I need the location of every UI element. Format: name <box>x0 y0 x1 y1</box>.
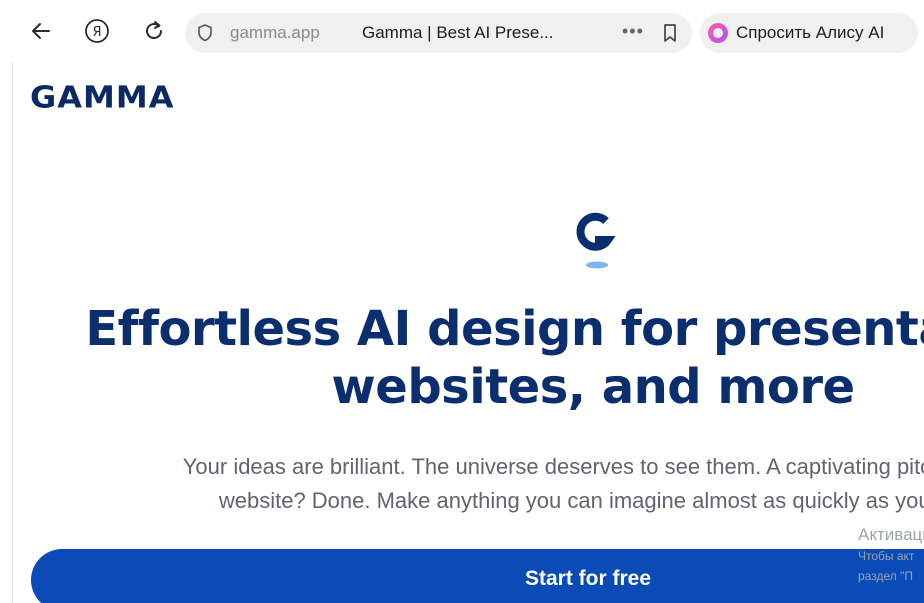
address-domain: gamma.app <box>230 23 320 42</box>
browser-toolbar: Я gamma.app Gamma | Best AI Prese... •••… <box>0 0 924 62</box>
tab-title: Gamma | Best AI Prese... <box>362 23 554 42</box>
alice-icon <box>708 23 728 43</box>
shield-icon <box>198 24 212 42</box>
watermark-title: Активация <box>858 525 924 544</box>
address-bar[interactable]: gamma.app Gamma | Best AI Prese... ••• <box>185 13 692 53</box>
subtitle-line-2: website? Done. Make anything you can ima… <box>218 488 924 513</box>
more-menu-button[interactable]: ••• <box>622 21 644 42</box>
svg-text:Я: Я <box>92 25 101 40</box>
watermark-line-2: раздел "П <box>858 569 913 583</box>
reload-icon[interactable] <box>137 14 171 48</box>
web-page: GAMMA Effortless AI design for presentat… <box>12 62 924 603</box>
watermark-line-1: Чтобы акт <box>858 549 915 563</box>
windows-activation-watermark: Активация Чтобы акт раздел "П <box>858 524 924 586</box>
ask-alice-label: Спросить Алису AI <box>736 23 885 42</box>
gamma-logo[interactable]: GAMMA <box>30 79 174 115</box>
ask-alice-button[interactable]: Спросить Алису AI <box>700 13 918 53</box>
bookmark-icon[interactable] <box>659 22 681 44</box>
start-for-free-button[interactable]: Start for free <box>31 549 924 603</box>
headline-line-2: websites, and more <box>331 359 855 415</box>
gamma-g-mark-icon <box>576 212 616 269</box>
start-for-free-label: Start for free <box>525 567 652 590</box>
headline-line-1: Effortless AI design for presentations, <box>85 301 924 357</box>
hero-subtitle: Your ideas are brilliant. The universe d… <box>33 450 924 518</box>
yandex-icon[interactable]: Я <box>80 14 114 48</box>
hero-headline: Effortless AI design for presentations, … <box>73 300 924 416</box>
back-arrow-icon[interactable] <box>24 14 58 48</box>
subtitle-line-1: Your ideas are brilliant. The universe d… <box>182 454 924 479</box>
